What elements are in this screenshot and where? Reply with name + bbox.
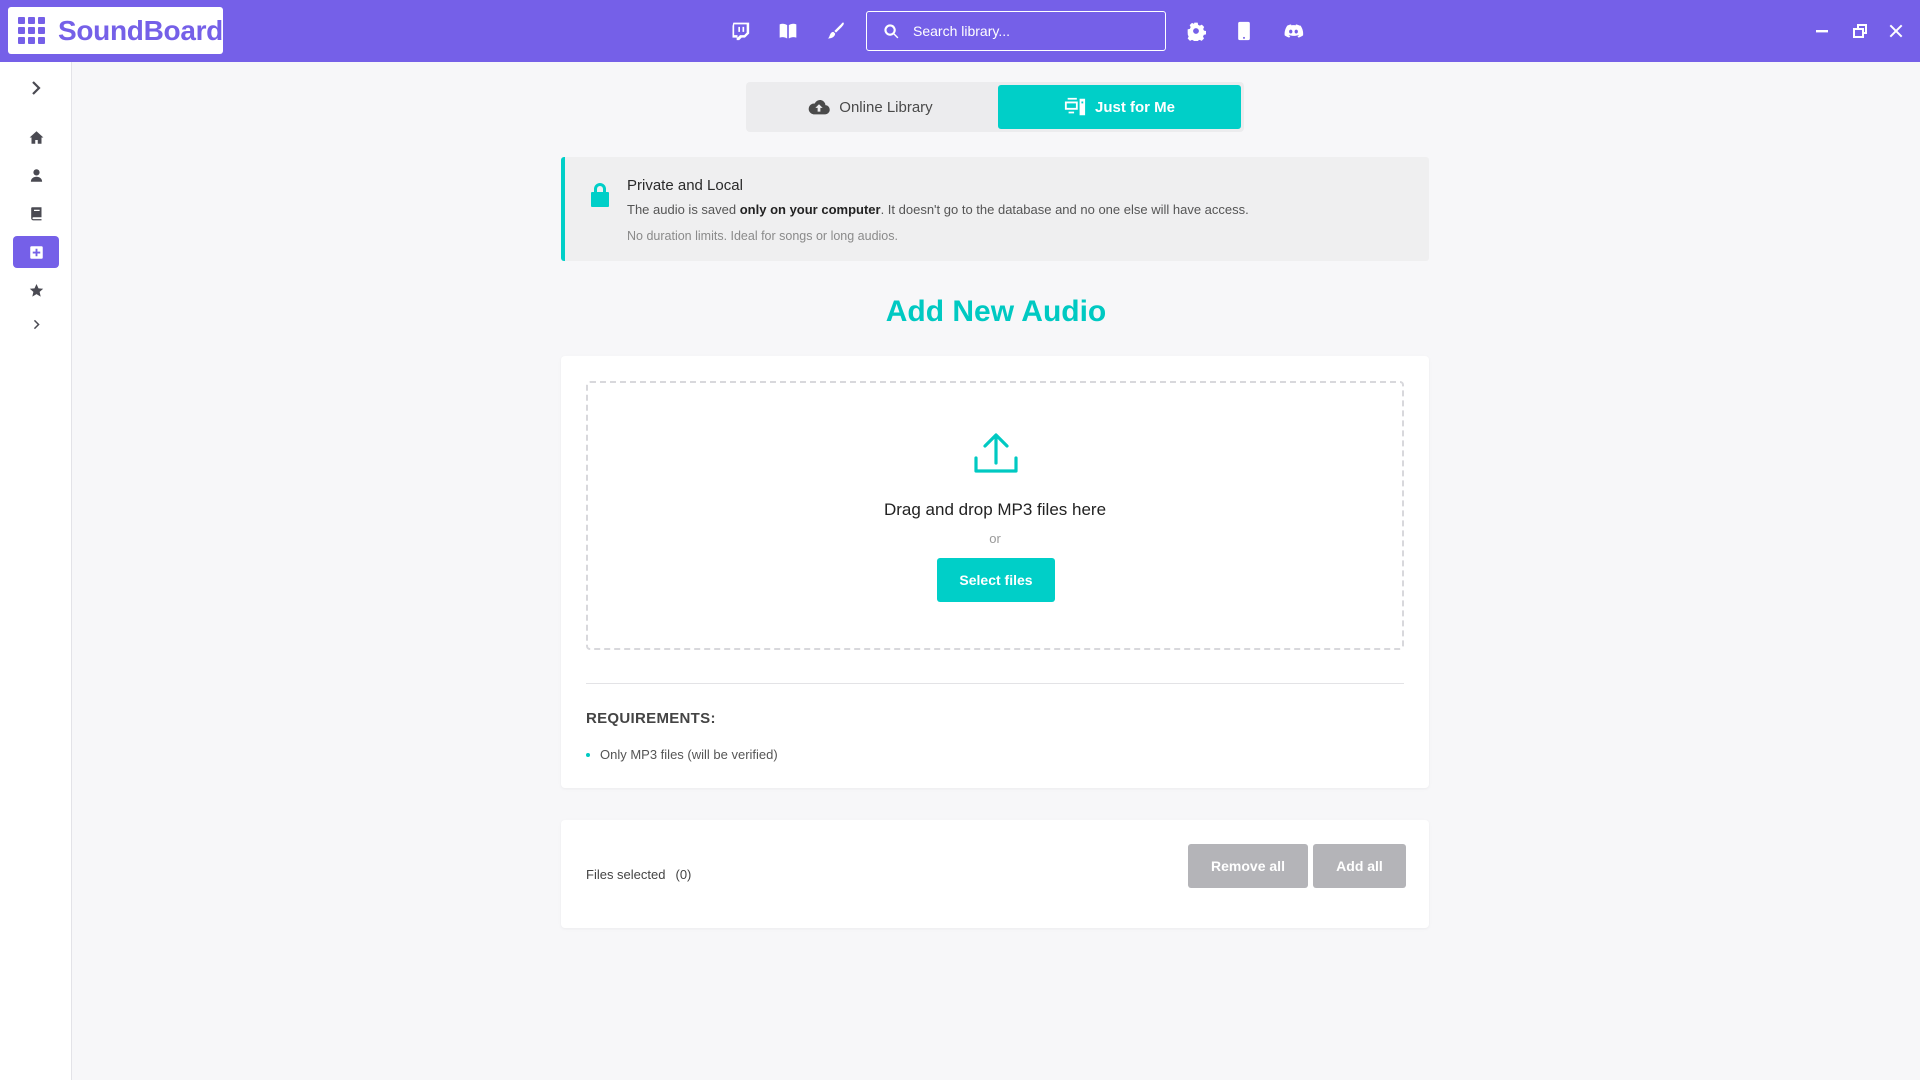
lock-icon [588,182,612,208]
add-all-button[interactable]: Add all [1313,844,1406,888]
bullet-icon [586,752,590,757]
remove-all-button[interactable]: Remove all [1188,844,1308,888]
dropzone-or: or [989,531,1001,546]
tab-label: Online Library [839,98,933,116]
privacy-notice: Private and Local The audio is saved onl… [561,157,1429,261]
twitch-icon[interactable] [728,19,752,43]
dropzone-text: Drag and drop MP3 files here [883,500,1107,519]
computer-icon [1064,97,1086,116]
chevron-right-icon [32,81,41,95]
files-selected-count: (0) [675,866,692,882]
sidebar-expand-button[interactable] [13,72,59,104]
sidebar [0,62,72,1080]
minimize-icon[interactable] [1811,20,1833,42]
notice-title: Private and Local [627,177,743,194]
app-name: SoundBoard [58,14,223,46]
home-icon [29,130,43,144]
discord-icon[interactable] [1280,19,1306,43]
app-logo[interactable]: SoundBoard [8,7,223,54]
top-bar: SoundBoard [0,0,1920,62]
sidebar-item-add-audio[interactable] [13,236,59,268]
mobile-icon[interactable] [1232,19,1256,43]
search-icon [884,23,899,38]
tab-just-for-me[interactable]: Just for Me [998,85,1241,129]
upload-icon [973,431,1019,475]
files-selected: Files selected (0) [586,820,691,928]
divider [586,683,1404,684]
requirement-item: Only MP3 files (will be verified) [586,747,778,762]
page-title: Add New Audio [885,295,1107,328]
upload-card: Drag and drop MP3 files here or Select f… [561,356,1429,788]
files-selected-label: Files selected [586,866,666,882]
search-bar[interactable] [866,11,1166,51]
tab-label: Just for Me [1094,98,1175,116]
cloud-upload-icon [808,99,831,115]
plus-square-icon [29,245,43,259]
dropzone[interactable]: Drag and drop MP3 files here or Select f… [586,381,1404,650]
tab-online-library[interactable]: Online Library [749,85,992,129]
grid-logo-icon [18,17,45,44]
sidebar-item-library[interactable] [13,197,59,229]
book-icon[interactable] [776,19,800,43]
sidebar-item-profile[interactable] [13,159,59,191]
sidebar-item-home[interactable] [13,121,59,153]
select-files-button[interactable]: Select files [937,558,1055,602]
notice-description: The audio is saved only on your computer… [627,202,1249,217]
user-icon [30,168,42,182]
library-tabs: Online Library Just for Me [746,82,1244,132]
book-icon [30,206,41,220]
brush-icon[interactable] [824,19,848,43]
requirements-title: REQUIREMENTS: [586,710,716,727]
notice-hint: No duration limits. Ideal for songs or l… [627,229,898,243]
close-icon[interactable] [1885,20,1907,42]
restore-icon[interactable] [1849,20,1871,42]
gear-icon[interactable] [1184,19,1208,43]
search-input[interactable] [913,23,1143,39]
files-card: Files selected (0) Remove all Add all [561,820,1429,928]
